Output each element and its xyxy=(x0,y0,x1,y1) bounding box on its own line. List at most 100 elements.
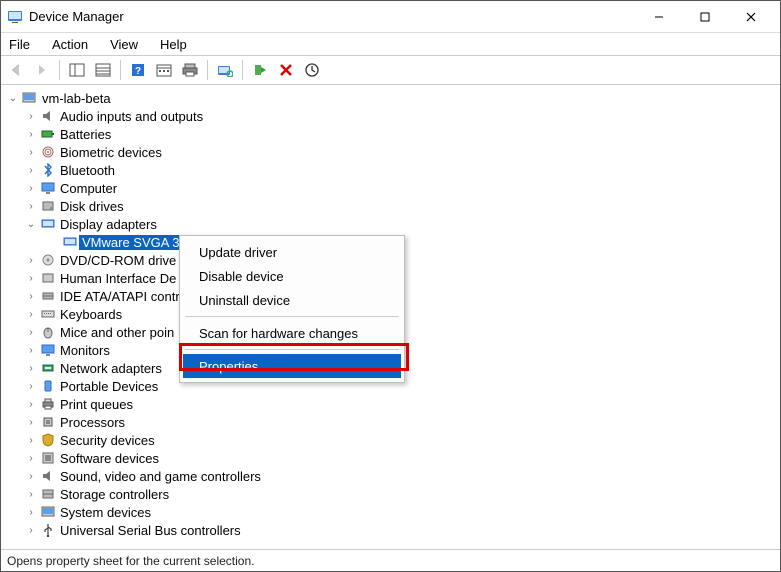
battery-icon xyxy=(39,126,57,142)
expand-icon[interactable]: › xyxy=(23,291,39,302)
show-hide-tree-button[interactable] xyxy=(66,59,88,81)
mouse-icon xyxy=(39,324,57,340)
collapse-icon[interactable]: ⌄ xyxy=(5,93,21,104)
print-icon[interactable] xyxy=(179,59,201,81)
expand-icon[interactable]: › xyxy=(23,309,39,320)
statusbar: Opens property sheet for the current sel… xyxy=(1,549,780,571)
display-adapter-icon xyxy=(39,216,57,232)
menu-file[interactable]: File xyxy=(5,35,34,54)
tree-root[interactable]: ⌄ vm-lab-beta xyxy=(3,89,778,107)
tree-item-sound[interactable]: ›Sound, video and game controllers xyxy=(3,467,778,485)
expand-icon[interactable]: › xyxy=(23,273,39,284)
svg-text:?: ? xyxy=(135,66,141,77)
back-button[interactable] xyxy=(5,59,27,81)
expand-icon[interactable]: › xyxy=(23,345,39,356)
device-tree-pane[interactable]: ⌄ vm-lab-beta ›Audio inputs and outputs … xyxy=(1,85,780,549)
tree-item-system[interactable]: ›System devices xyxy=(3,503,778,521)
toolbar: ? xyxy=(1,55,780,85)
tree-item-batteries[interactable]: ›Batteries xyxy=(3,125,778,143)
tree-item-display-adapters[interactable]: ⌄Display adapters xyxy=(3,215,778,233)
tree-item-software[interactable]: ›Software devices xyxy=(3,449,778,467)
expand-icon[interactable]: › xyxy=(23,255,39,266)
expand-icon[interactable]: › xyxy=(23,507,39,518)
context-scan-hardware[interactable]: Scan for hardware changes xyxy=(183,321,401,345)
titlebar: Device Manager xyxy=(1,1,780,33)
context-disable-device[interactable]: Disable device xyxy=(183,264,401,288)
expand-icon[interactable]: › xyxy=(23,147,39,158)
maximize-button[interactable] xyxy=(682,2,728,32)
scan-hardware-button[interactable] xyxy=(214,59,236,81)
tree-item-storage[interactable]: ›Storage controllers xyxy=(3,485,778,503)
expand-icon[interactable]: › xyxy=(23,201,39,212)
expand-icon[interactable]: › xyxy=(23,381,39,392)
context-uninstall-device[interactable]: Uninstall device xyxy=(183,288,401,312)
app-icon xyxy=(7,9,23,25)
disk-icon xyxy=(39,198,57,214)
display-adapter-icon xyxy=(61,234,79,250)
toolbar-separator xyxy=(242,60,243,80)
printer-icon xyxy=(39,396,57,412)
hid-icon xyxy=(39,270,57,286)
computer-icon xyxy=(21,90,39,106)
expand-icon[interactable]: › xyxy=(23,399,39,410)
monitor-icon xyxy=(39,180,57,196)
cpu-icon xyxy=(39,414,57,430)
shield-icon xyxy=(39,432,57,448)
expand-icon[interactable]: › xyxy=(23,363,39,374)
expand-icon[interactable]: › xyxy=(23,327,39,338)
menu-action[interactable]: Action xyxy=(48,35,92,54)
ide-icon xyxy=(39,288,57,304)
speaker-icon xyxy=(39,468,57,484)
expand-icon[interactable]: › xyxy=(23,165,39,176)
toolbar-separator xyxy=(207,60,208,80)
menu-help[interactable]: Help xyxy=(156,35,191,54)
help-button[interactable]: ? xyxy=(127,59,149,81)
tree-item-disk[interactable]: ›Disk drives xyxy=(3,197,778,215)
forward-button[interactable] xyxy=(31,59,53,81)
expand-icon[interactable]: › xyxy=(23,417,39,428)
collapse-icon[interactable]: ⌄ xyxy=(23,219,39,230)
tree-item-processors[interactable]: ›Processors xyxy=(3,413,778,431)
window-root: Device Manager File Action View Help ? xyxy=(0,0,781,572)
software-icon xyxy=(39,450,57,466)
expand-icon[interactable]: › xyxy=(23,183,39,194)
context-separator xyxy=(185,316,399,317)
tree-item-biometric[interactable]: ›Biometric devices xyxy=(3,143,778,161)
context-menu: Update driver Disable device Uninstall d… xyxy=(179,235,405,383)
expand-icon[interactable]: › xyxy=(23,435,39,446)
calendar-icon[interactable] xyxy=(153,59,175,81)
tree-item-computer[interactable]: ›Computer xyxy=(3,179,778,197)
uninstall-device-button[interactable] xyxy=(275,59,297,81)
close-button[interactable] xyxy=(728,2,774,32)
tree-item-printqueues[interactable]: ›Print queues xyxy=(3,395,778,413)
tree-item-usb[interactable]: ›Universal Serial Bus controllers xyxy=(3,521,778,539)
tree-item-security[interactable]: ›Security devices xyxy=(3,431,778,449)
expand-icon[interactable]: › xyxy=(23,111,39,122)
system-icon xyxy=(39,504,57,520)
context-update-driver[interactable]: Update driver xyxy=(183,240,401,264)
disc-icon xyxy=(39,252,57,268)
status-text: Opens property sheet for the current sel… xyxy=(7,554,254,568)
expand-icon[interactable]: › xyxy=(23,525,39,536)
enable-device-button[interactable] xyxy=(249,59,271,81)
expand-icon[interactable]: › xyxy=(23,453,39,464)
expand-icon[interactable]: › xyxy=(23,489,39,500)
expand-icon[interactable]: › xyxy=(23,471,39,482)
minimize-button[interactable] xyxy=(636,2,682,32)
bluetooth-icon xyxy=(39,162,57,178)
tree-item-audio[interactable]: ›Audio inputs and outputs xyxy=(3,107,778,125)
storage-icon xyxy=(39,486,57,502)
context-separator xyxy=(185,349,399,350)
tree-item-bluetooth[interactable]: ›Bluetooth xyxy=(3,161,778,179)
keyboard-icon xyxy=(39,306,57,322)
properties-view-button[interactable] xyxy=(92,59,114,81)
update-driver-button[interactable] xyxy=(301,59,323,81)
network-icon xyxy=(39,360,57,376)
tree-root-label: vm-lab-beta xyxy=(39,91,114,106)
context-properties[interactable]: Properties xyxy=(183,354,401,378)
fingerprint-icon xyxy=(39,144,57,160)
expand-icon[interactable]: › xyxy=(23,129,39,140)
menu-view[interactable]: View xyxy=(106,35,142,54)
usb-icon xyxy=(39,522,57,538)
speaker-icon xyxy=(39,108,57,124)
